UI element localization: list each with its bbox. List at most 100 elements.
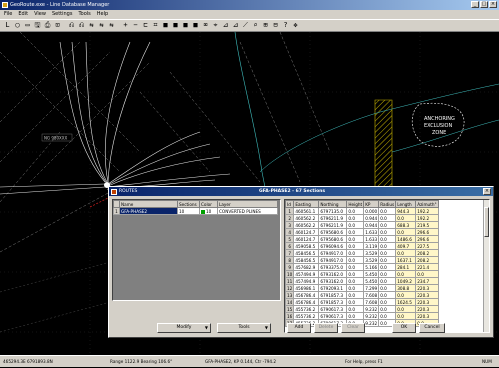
section-cell[interactable]: 0.0 <box>395 214 417 222</box>
help-icon[interactable]: ? <box>281 21 290 30</box>
section-row[interactable]: 1 460561.1 6797135.0 0.0 0.000 0.0 944.3 192.2 <box>285 207 439 215</box>
section-cell[interactable]: 459058.5 <box>293 242 320 250</box>
zoom-in-icon[interactable]: + <box>121 21 130 30</box>
section-cell[interactable]: 5.450 <box>363 277 380 285</box>
route-tool-1-icon[interactable]: ⎌ <box>67 21 76 30</box>
section-cell[interactable]: 0.0 <box>346 235 365 243</box>
section-row[interactable]: 4 460124.7 6795680.6 0.0 1.633 0.0 0.0 296.6 <box>285 228 439 236</box>
section-cell[interactable]: 6793162.0 <box>318 270 348 278</box>
section-cell[interactable]: 0.0 <box>378 270 397 278</box>
section-row[interactable]: 3 460562.2 6796211.9 0.0 0.944 0.0 688.3 219.5 <box>285 221 439 229</box>
layer-4-icon[interactable]: ■ <box>191 21 200 30</box>
section-cell[interactable]: 220.3 <box>415 312 439 320</box>
section-cell[interactable]: 6794917.0 <box>318 256 348 264</box>
cancel-button[interactable]: Cancel <box>419 323 445 333</box>
section-cell[interactable]: 0.0 <box>378 298 397 306</box>
section-row[interactable]: 13 456786.4 6791857.3 0.0 7.608 0.0 0.0 220.3 <box>285 291 439 299</box>
section-cell[interactable]: 0.000 <box>363 207 380 215</box>
measure-2-icon[interactable]: ⊿ <box>231 21 240 30</box>
section-cell[interactable]: 296.6 <box>415 235 439 243</box>
draw-line-icon[interactable]: ⟋ <box>241 21 250 30</box>
route-tool-4-icon[interactable]: ⇆ <box>97 21 106 30</box>
section-cell[interactable]: 6793375.0 <box>318 263 348 271</box>
layer-2-icon[interactable]: ■ <box>171 21 180 30</box>
measure-1-icon[interactable]: ⊿ <box>221 21 230 30</box>
section-cell[interactable]: 6795680.6 <box>318 228 348 236</box>
section-cell[interactable]: 6796094.6 <box>318 242 348 250</box>
section-cell[interactable]: 6796211.9 <box>318 214 348 222</box>
section-cell[interactable]: 456986.1 <box>293 284 320 292</box>
panel-icon[interactable]: ⊟ <box>271 21 280 30</box>
routes-col-color[interactable]: Color <box>199 200 218 208</box>
section-cell[interactable]: 192.2 <box>415 214 439 222</box>
section-cell[interactable]: 14 <box>285 298 295 306</box>
section-cell[interactable]: 0.0 <box>395 312 417 320</box>
section-cell[interactable]: 220.3 <box>415 291 439 299</box>
ok-button[interactable]: OK <box>392 323 416 333</box>
target-icon[interactable]: ⌖ <box>211 21 220 30</box>
section-cell[interactable]: 0.0 <box>378 228 397 236</box>
section-cell[interactable]: 192.2 <box>415 207 439 215</box>
sections-col-header[interactable]: Radius <box>378 200 397 208</box>
section-cell[interactable]: 0.0 <box>378 284 397 292</box>
section-cell[interactable]: 1049.2 <box>395 277 417 285</box>
section-cell[interactable]: 4 <box>285 228 295 236</box>
section-cell[interactable]: 208.2 <box>415 256 439 264</box>
section-cell[interactable]: 220.3 <box>415 305 439 313</box>
sections-col-header[interactable]: Northing <box>318 200 348 208</box>
scrollbar-thumb[interactable] <box>484 207 489 237</box>
section-cell[interactable]: 221.4 <box>415 263 439 271</box>
section-cell[interactable]: 1.633 <box>363 235 380 243</box>
section-cell[interactable]: 0.0 <box>346 221 365 229</box>
add-button[interactable]: Add <box>287 323 311 333</box>
section-cell[interactable]: 0.0 <box>395 305 417 313</box>
section-cell[interactable]: 688.3 <box>395 221 417 229</box>
section-cell[interactable]: 0.0 <box>378 256 397 264</box>
layer-1-icon[interactable]: ■ <box>161 21 170 30</box>
section-cell[interactable]: 458456.5 <box>293 256 320 264</box>
section-cell[interactable]: 9.232 <box>363 305 380 313</box>
menu-file[interactable]: File <box>4 10 12 19</box>
section-cell[interactable]: 0.0 <box>346 305 365 313</box>
section-row[interactable]: 15 455736.2 6790617.3 0.0 9.232 0.0 0.0 220.3 <box>285 305 439 313</box>
sections-grid[interactable]: Id Easting Northing Height KP Radius Length Azi… <box>284 199 490 333</box>
close-button[interactable]: × <box>489 1 497 8</box>
route-name[interactable]: GFA-PHASE2 <box>119 207 178 215</box>
section-cell[interactable]: 15 <box>285 305 295 313</box>
routes-col-name[interactable]: Name <box>119 200 178 208</box>
section-cell[interactable]: 0.0 <box>395 291 417 299</box>
layer-3-icon[interactable]: ■ <box>181 21 190 30</box>
section-cell[interactable]: 0.0 <box>346 277 365 285</box>
section-cell[interactable]: 0.0 <box>378 263 397 271</box>
section-row[interactable]: 12 456986.1 6792093.1 0.0 7.299 0.0 308.8 220.3 <box>285 284 439 292</box>
section-cell[interactable]: 6791857.3 <box>318 298 348 306</box>
route-tool-5-icon[interactable]: ⇆ <box>107 21 116 30</box>
section-cell[interactable]: 0.944 <box>363 221 380 229</box>
section-cell[interactable]: 0.0 <box>378 207 397 215</box>
section-cell[interactable]: 6790617.3 <box>318 312 348 320</box>
section-cell[interactable]: 456786.4 <box>293 298 320 306</box>
section-cell[interactable]: 0.0 <box>415 270 439 278</box>
section-cell[interactable]: 458456.5 <box>293 249 320 257</box>
section-cell[interactable]: 0.0 <box>378 235 397 243</box>
minimize-button[interactable]: _ <box>471 1 479 8</box>
section-cell[interactable]: 456786.4 <box>293 291 320 299</box>
print-icon[interactable]: ⎙ <box>43 21 52 30</box>
section-cell[interactable]: 1486.6 <box>395 235 417 243</box>
section-cell[interactable]: 6 <box>285 242 295 250</box>
section-row[interactable]: 6 459058.5 6796094.6 0.0 3.119 0.0 409.7 227.5 <box>285 242 439 250</box>
section-row[interactable]: 14 456786.4 6791857.3 0.0 7.608 0.0 1624.5 220.… <box>285 298 439 306</box>
section-cell[interactable]: 0.0 <box>395 228 417 236</box>
route-row[interactable]: 1 GFA-PHASE2 10 10 CONVERTED PLINES <box>113 207 278 215</box>
section-cell[interactable]: 0.0 <box>346 312 365 320</box>
menu-edit[interactable]: Edit <box>18 10 28 19</box>
line-tool-icon[interactable]: L <box>3 21 12 30</box>
maximize-button[interactable]: □ <box>480 1 488 8</box>
section-cell[interactable]: 3.529 <box>363 256 380 264</box>
section-row[interactable]: 7 458456.5 6794917.0 0.0 3.529 0.0 0.0 208.2 <box>285 249 439 257</box>
section-cell[interactable]: 227.5 <box>415 242 439 250</box>
open-icon[interactable]: ▭ <box>23 21 32 30</box>
section-cell[interactable]: 284.1 <box>395 263 417 271</box>
section-row[interactable]: 5 460124.7 6795680.6 0.0 1.633 0.0 1486.6 296.6 <box>285 235 439 243</box>
section-cell[interactable]: 0.0 <box>378 312 397 320</box>
